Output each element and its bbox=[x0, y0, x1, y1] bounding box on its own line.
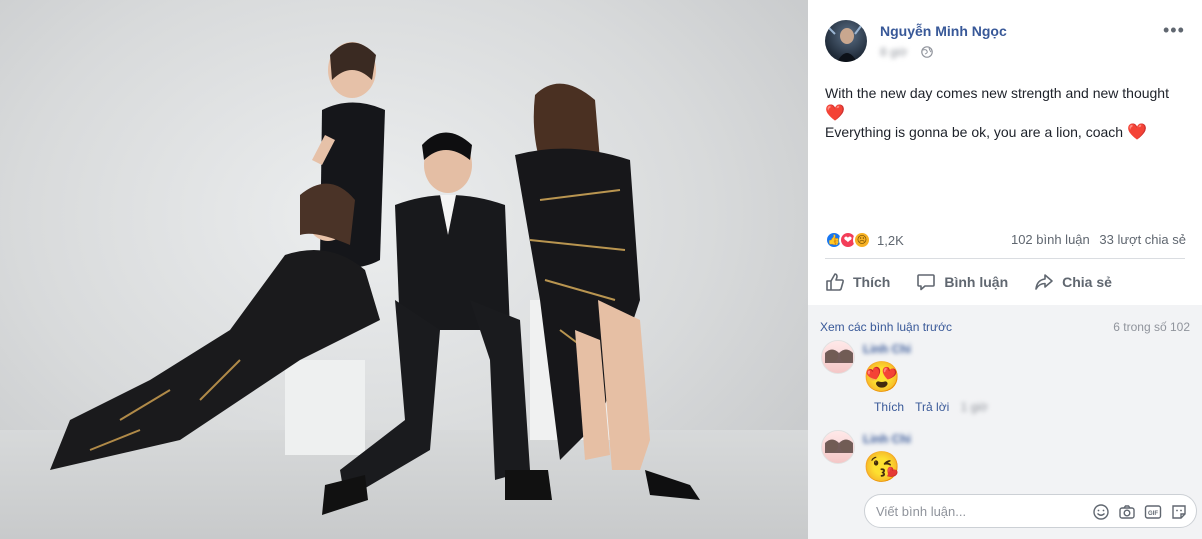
svg-text:GIF: GIF bbox=[1148, 511, 1158, 517]
reactions-summary[interactable]: 👍 ❤ ☹ 1,2K bbox=[825, 230, 904, 250]
composer-tools: GIF bbox=[1092, 503, 1188, 521]
commenter-name[interactable]: Linh Chi bbox=[863, 342, 911, 356]
comment-actions: Thích Trả lời 1 giờ bbox=[874, 400, 996, 414]
post-stats: 102 bình luận 33 lượt chia sẻ bbox=[1005, 232, 1186, 247]
comment-composer[interactable]: Viết bình luận... GIF bbox=[864, 494, 1197, 528]
commenter-avatar[interactable] bbox=[821, 430, 855, 464]
thumbs-up-icon bbox=[826, 273, 844, 291]
camera-icon[interactable] bbox=[1118, 503, 1136, 521]
comment-reply-link[interactable]: Trả lời bbox=[915, 400, 949, 414]
post-actions: Thích Bình luận Chia sẻ bbox=[825, 264, 1185, 300]
photo-figures bbox=[50, 42, 700, 515]
like-label: Thích bbox=[853, 274, 891, 290]
share-arrow-icon bbox=[1035, 274, 1053, 290]
gif-icon[interactable]: GIF bbox=[1144, 503, 1162, 521]
heart-emoji-icon: ❤️ bbox=[825, 104, 845, 122]
commenter-name[interactable]: Linh Chi bbox=[863, 432, 911, 446]
sad-reaction-icon: ☹ bbox=[853, 231, 871, 249]
post-timestamp[interactable]: 8 giờ bbox=[880, 45, 907, 59]
emoji-picker-icon[interactable] bbox=[1092, 503, 1110, 521]
comment-like-link[interactable]: Thích bbox=[874, 400, 904, 414]
reaction-count: 1,2K bbox=[877, 232, 904, 248]
post-text-line2: Everything is gonna be ok, you are a lio… bbox=[825, 124, 1124, 140]
share-button[interactable]: Chia sẻ bbox=[1034, 264, 1112, 300]
author-name[interactable]: Nguyễn Minh Ngọc bbox=[880, 23, 1007, 39]
view-previous-comments-link[interactable]: Xem các bình luận trước bbox=[820, 320, 952, 334]
comment-count-link[interactable]: 102 bình luận bbox=[1011, 232, 1090, 247]
post-photo[interactable] bbox=[0, 0, 808, 539]
share-label: Chia sẻ bbox=[1062, 274, 1112, 290]
divider bbox=[825, 258, 1185, 259]
comment-label: Bình luận bbox=[944, 274, 1009, 290]
post-text-line1: With the new day comes new strength and … bbox=[825, 85, 1169, 101]
comment-input-placeholder: Viết bình luận... bbox=[876, 504, 967, 519]
comment-timestamp[interactable]: 1 giờ bbox=[961, 400, 988, 414]
kissing-emoji-icon: 😘 bbox=[863, 451, 901, 484]
share-count-link[interactable]: 33 lượt chia sẻ bbox=[1099, 232, 1186, 247]
post-sidebar: Nguyễn Minh Ngọc 8 giờ ••• With the new … bbox=[808, 0, 1202, 539]
like-button[interactable]: Thích bbox=[825, 264, 890, 300]
globe-icon bbox=[921, 46, 933, 58]
post-text: With the new day comes new strength and … bbox=[825, 84, 1185, 143]
heart-emoji-icon: ❤️ bbox=[1126, 124, 1147, 141]
comment-button[interactable]: Bình luận bbox=[916, 264, 1008, 300]
comment-range: 6 trong số 102 bbox=[1113, 320, 1190, 334]
commenter-avatar[interactable] bbox=[821, 340, 855, 374]
comment-bubble-icon bbox=[917, 274, 936, 291]
more-options-icon[interactable]: ••• bbox=[1163, 20, 1185, 41]
heart-eyes-emoji-icon: 😍 bbox=[863, 361, 901, 394]
author-avatar[interactable] bbox=[825, 20, 867, 62]
sticker-icon[interactable] bbox=[1170, 503, 1188, 521]
